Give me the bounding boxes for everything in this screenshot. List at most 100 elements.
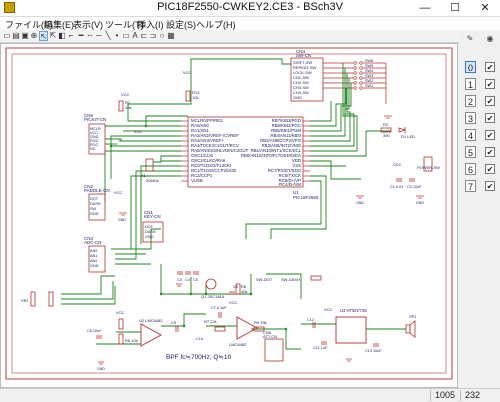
c4-ref: C4	[185, 278, 190, 282]
new-icon[interactable]: ▭	[3, 31, 11, 40]
layer-visible-checkbox[interactable]: ✔	[485, 164, 495, 174]
layer-row: 6 ✔	[461, 163, 499, 176]
vcc-label: VCC	[183, 70, 192, 75]
save-icon[interactable]: ▣	[21, 31, 29, 40]
wire-tool-icon[interactable]: ⌐	[67, 31, 75, 40]
layer-select-button[interactable]: 3	[465, 112, 476, 124]
c1-label: C1 0.01	[390, 185, 403, 189]
layer-select-button[interactable]: 5	[465, 146, 476, 158]
close-button[interactable]: ✕	[470, 0, 500, 16]
layer-row: 4 ✔	[461, 129, 499, 142]
sw-dash-label: SW-DASH	[281, 277, 300, 282]
r6-value: 10k	[241, 289, 247, 294]
maximize-button[interactable]: ☐	[440, 0, 470, 16]
power-switch-label: POWER-SW	[417, 165, 440, 170]
entry-tool-icon[interactable]: ╲	[104, 31, 112, 40]
open-icon[interactable]: ▤	[12, 31, 20, 40]
layer-visible-checkbox[interactable]: ✔	[485, 147, 495, 157]
vcc-label: VCC	[114, 190, 123, 195]
junction-tool-icon[interactable]: •	[113, 31, 121, 40]
sw-dot-label: SW-DOT	[256, 277, 273, 282]
u1-right-pin: RC4/D-/VM	[279, 182, 301, 187]
toolbar: ▭ ▤ ▣ ⊕ ↖ ⇱ ◧ ⌐ ━ ┄ ─ ╲ • ▭ A ⊏ ⊐ ○ ▦	[0, 30, 500, 43]
cn2-pin: DASH	[90, 202, 101, 206]
cn1-part: KEY-CN	[144, 214, 161, 219]
cn3-pin: AN0	[90, 249, 97, 253]
r2-ref: R2	[383, 122, 389, 127]
r8-label: R8 10k	[125, 338, 138, 343]
circle-tool-icon[interactable]: ○	[158, 31, 166, 40]
drag-tool-icon[interactable]: ⇱	[49, 31, 57, 40]
cn4-part: SW-CN	[296, 53, 311, 58]
status-x-coordinate: 1005	[430, 390, 459, 401]
image-tool-icon[interactable]: ▦	[167, 31, 175, 40]
cn2-part: PADDLE-CN	[84, 188, 110, 193]
u2b-label: LMC6482	[229, 342, 247, 347]
magnify-icon[interactable]: ⊕	[30, 31, 38, 40]
cn2-pin: GND	[90, 212, 99, 216]
title-bar: PIC18F2550-CWKEY2.CE3 - BSch3V — ☐ ✕	[0, 0, 500, 17]
cn3-pin: GND	[90, 264, 99, 268]
c10-ref: C10	[196, 337, 203, 341]
layer-visible-checkbox[interactable]: ✔	[485, 79, 495, 89]
layer-select-button[interactable]: 6	[465, 163, 476, 175]
line-tool-icon[interactable]: ─	[95, 31, 103, 40]
tag-tool-icon[interactable]: ⊏	[140, 31, 148, 40]
layer-visible-checkbox[interactable]: ✔	[485, 181, 495, 191]
menu-bar: ファイル(F) 編集(E) 表示(V) ツール(T) 挿入(I) 設定(S) ヘ…	[0, 17, 500, 30]
switch-label: SW5	[365, 64, 373, 68]
status-y-coordinate: 232	[460, 390, 495, 401]
switch-label: SW4	[365, 69, 373, 73]
layer-visible-checkbox[interactable]: ✔	[485, 113, 495, 123]
cn1-pin: GND	[145, 235, 154, 239]
c9-ref: C9	[171, 321, 176, 325]
layer-row: 2 ✔	[461, 95, 499, 108]
r1-value: 10k	[125, 105, 131, 110]
layer-row: 7 ✔	[461, 180, 499, 193]
schematic-svg[interactable]: MCLR/VPP/RE3 RA0/AN0 RA1/AN1 RA2/AN2/VRE…	[1, 44, 458, 388]
layer-visible-checkbox[interactable]: ✔	[485, 96, 495, 106]
dashed-line-icon[interactable]: ┄	[86, 31, 94, 40]
gnd-label: GND	[97, 367, 105, 371]
r13-value: 10k	[192, 95, 198, 100]
comment-tool-icon[interactable]: A	[131, 31, 139, 40]
minimize-button[interactable]: —	[410, 0, 440, 16]
layer-row: 5 ✔	[461, 146, 499, 159]
label-tool-icon[interactable]: ▭	[122, 31, 130, 40]
switch-label: SW1	[365, 84, 373, 88]
layer-panel: ✎ ◉ 0 ✔ 1 ✔ 2 ✔ 3 ✔ 4 ✔ 5 ✔ 6 ✔ 7 ✔	[459, 31, 500, 388]
gnd-label: GND	[416, 201, 424, 205]
gnd-label: GND	[118, 218, 126, 222]
cn4-pin: GND	[293, 95, 302, 100]
component-tool-icon[interactable]: ◧	[58, 31, 66, 40]
edit-layer-icon: ✎	[466, 34, 474, 43]
vcc-label: VCC	[121, 92, 130, 97]
layer-select-button[interactable]: 1	[465, 78, 476, 90]
r2-value: 390	[383, 133, 390, 138]
layer-select-button[interactable]: 7	[465, 180, 476, 192]
layer-select-button[interactable]: 0	[465, 61, 476, 73]
layer-select-button[interactable]: 2	[465, 95, 476, 107]
switch-label: SW6	[365, 59, 373, 63]
bpf-note: BPF fc≒700Hz, Q≒10	[166, 354, 231, 361]
layer-visible-checkbox[interactable]: ✔	[485, 130, 495, 140]
layer-visible-checkbox[interactable]: ✔	[485, 62, 495, 72]
q1-label: Q1 2SC1815	[201, 294, 225, 299]
layer-row: 3 ✔	[461, 112, 499, 125]
r9-label: R9 33k	[254, 320, 267, 325]
marker-tool-icon[interactable]: ⊐	[149, 31, 157, 40]
c6-ref: C6	[233, 285, 238, 289]
layer-row: 0 ✔	[461, 61, 499, 74]
x1-value: 20MHz	[146, 178, 159, 183]
vcc-label: VCC	[324, 307, 333, 312]
bus-tool-icon[interactable]: ━	[77, 31, 85, 40]
r7-label: R7 22k	[204, 319, 217, 324]
layer-select-button[interactable]: 4	[465, 129, 476, 141]
cn5-pin: NC	[90, 147, 96, 151]
select-tool-icon[interactable]: ↖	[39, 31, 48, 41]
c13-label: C13 10uF	[365, 349, 382, 353]
u2-label: U2 LMC6482	[139, 318, 163, 323]
cn2-pin: SW	[90, 207, 97, 211]
c7-label: C7 0.1uF	[211, 306, 227, 310]
schematic-canvas[interactable]: MCLR/VPP/RE3 RA0/AN0 RA1/AN1 RA2/AN2/VRE…	[0, 43, 458, 388]
